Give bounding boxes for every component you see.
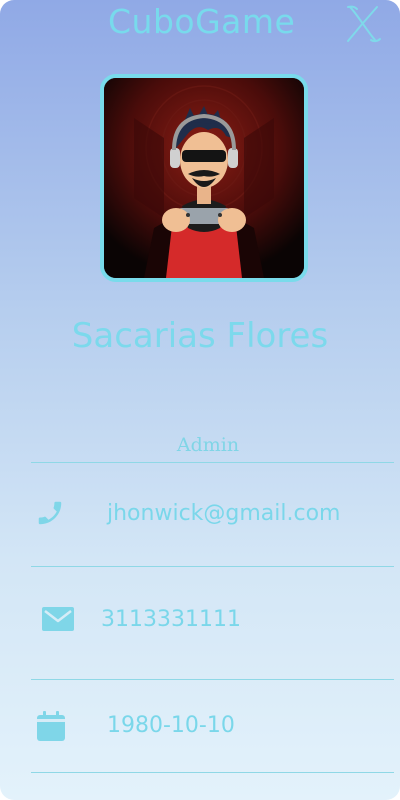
email-row: jhonwick@gmail.com <box>31 485 394 545</box>
birthdate-value: 1980-10-10 <box>107 713 235 738</box>
divider <box>31 772 394 773</box>
profile-role: Admin <box>176 434 240 456</box>
divider <box>31 566 394 567</box>
phone-row: 3113331111 <box>31 591 394 651</box>
avatar <box>100 74 308 282</box>
brand-title: CuboGame <box>108 2 296 41</box>
profile-name: Sacarias Flores <box>71 316 329 356</box>
divider <box>31 462 394 463</box>
phone-icon <box>35 498 65 532</box>
email-value: jhonwick@gmail.com <box>107 501 341 526</box>
envelope-icon <box>41 605 75 637</box>
phone-value: 3113331111 <box>101 607 241 632</box>
divider <box>31 679 394 680</box>
calendar-icon <box>35 710 67 746</box>
birthdate-row: 1980-10-10 <box>31 697 394 757</box>
profile-card: CuboGame Sacarias Flores Admin jhonwick@… <box>0 0 400 800</box>
close-icon[interactable] <box>343 4 383 44</box>
